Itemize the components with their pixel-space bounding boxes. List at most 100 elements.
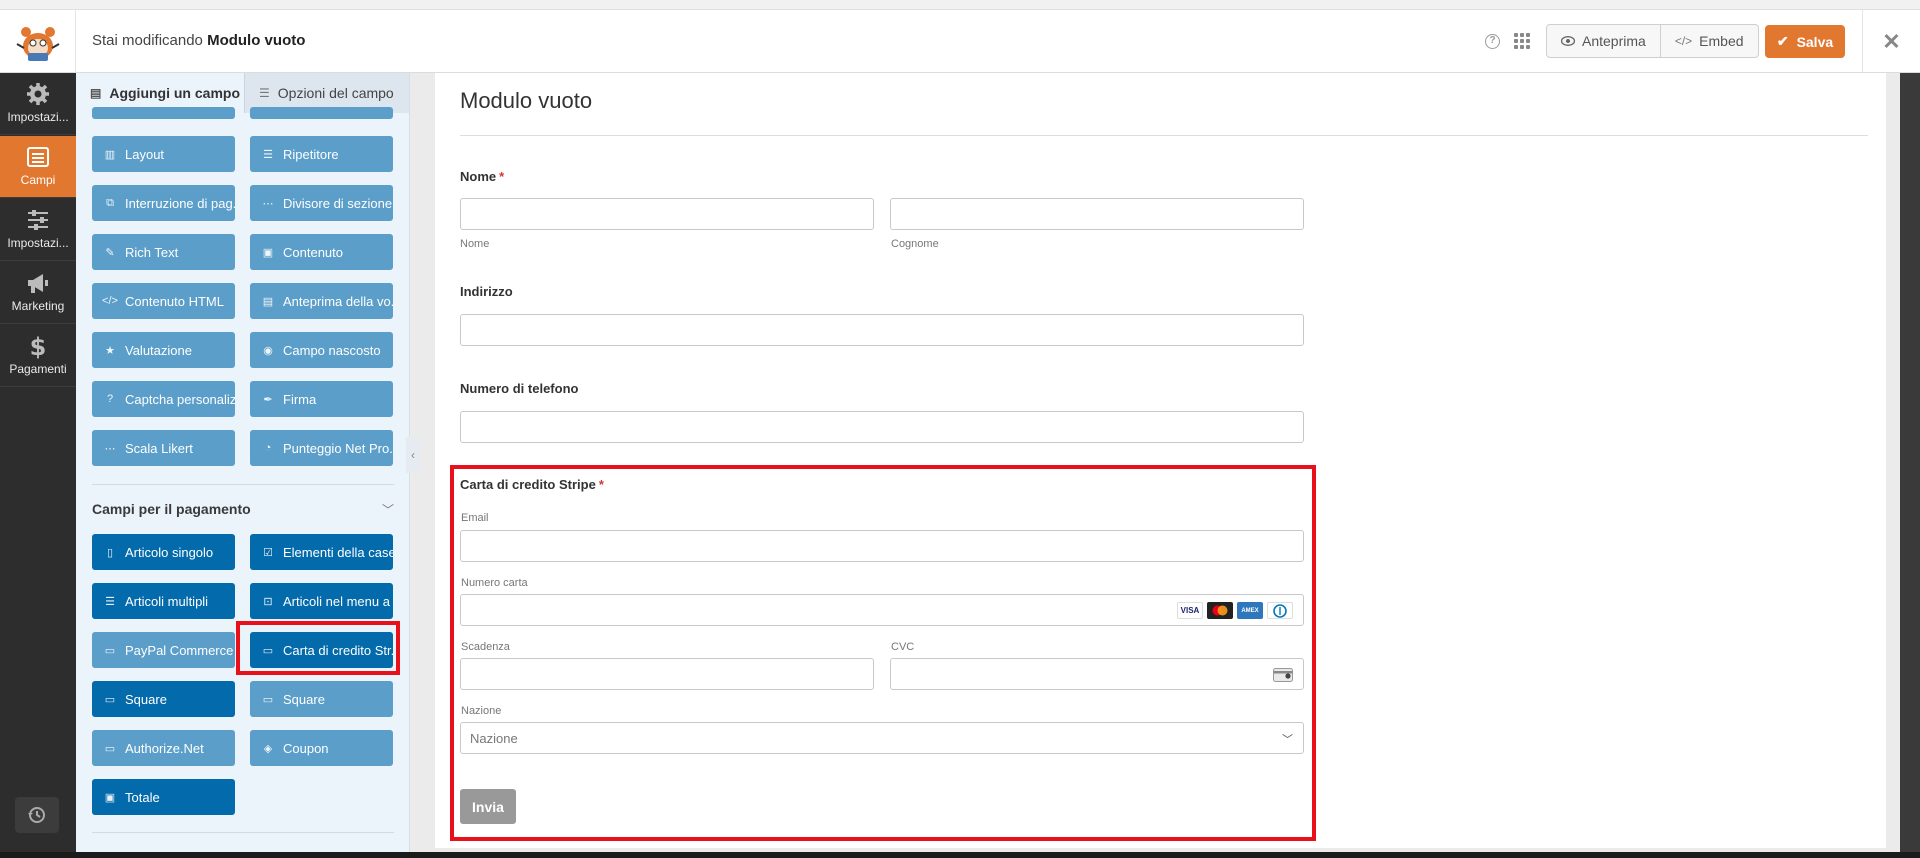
field-button-label: Authorize.Net <box>125 740 204 756</box>
chevron-down-icon[interactable]: ﹀ <box>382 501 394 518</box>
form-title: Modulo vuoto <box>460 88 593 113</box>
preview-label: Anteprima <box>1582 33 1646 49</box>
wpforms-logo <box>0 10 76 73</box>
field-button-rich-text[interactable]: ✎ Rich Text <box>92 234 235 270</box>
field-button-layout[interactable]: ▥ Layout <box>92 136 235 172</box>
field-button-label: Articoli nel menu a ... <box>283 593 393 609</box>
highlight-stripe-field <box>450 465 1316 841</box>
field-button-dropdown-items[interactable]: ⊡ Articoli nel menu a ... <box>250 583 393 619</box>
list-icon: ☰ <box>105 595 115 608</box>
star-icon: ★ <box>105 344 115 357</box>
field-button-coupon[interactable]: ◈ Coupon <box>250 730 393 766</box>
name-label-text: Nome <box>460 169 497 184</box>
preview-button[interactable]: Anteprima <box>1547 25 1660 57</box>
layout-icon: ▥ <box>104 148 116 161</box>
help-icon[interactable]: ? <box>1485 34 1500 49</box>
field-button-likert[interactable]: ⋯ Scala Likert <box>92 430 235 466</box>
money-icon: ▣ <box>104 791 116 804</box>
field-button-repeater[interactable]: ☰ Ripetitore <box>250 136 393 172</box>
last-name-input[interactable] <box>890 198 1304 230</box>
name-field-label: Nome * <box>460 169 504 184</box>
field-button-multiple-items[interactable]: ☰ Articoli multipli <box>92 583 235 619</box>
field-button-signature[interactable]: ✒ Firma <box>250 381 393 417</box>
field-button-label: Articolo singolo <box>125 544 214 560</box>
field-button-label: Captcha personaliz... <box>125 391 235 407</box>
field-button-label: Campo nascosto <box>283 342 381 358</box>
tab-add-field-label: Aggiungi un campo <box>109 85 240 101</box>
save-button[interactable]: ✔ Salva <box>1765 25 1845 58</box>
field-button-label: Firma <box>283 391 317 407</box>
address-input[interactable] <box>460 314 1304 346</box>
field-button-html[interactable]: </> Contenuto HTML <box>92 283 235 319</box>
first-name-input[interactable] <box>460 198 874 230</box>
tag-icon: ◈ <box>263 742 273 755</box>
editing-title: Stai modificando Modulo vuoto <box>92 32 305 49</box>
field-button-label: Contenuto HTML <box>125 293 224 309</box>
eye-icon <box>1561 36 1575 46</box>
field-button-paypal-commerce[interactable]: ▭ PayPal Commerce <box>92 632 235 668</box>
field-button-custom-captcha[interactable]: ? Captcha personaliz... <box>92 381 235 417</box>
field-button-authorize-net[interactable]: ▭ Authorize.Net <box>92 730 235 766</box>
sidebar-item-marketing[interactable]: Marketing <box>0 262 76 324</box>
gauge-icon: ◔ <box>264 442 272 454</box>
code-icon: </> <box>102 295 118 307</box>
field-button-hidden-2[interactable] <box>250 107 393 119</box>
field-button-label: Interruzione di pag... <box>125 195 235 211</box>
field-button-rating[interactable]: ★ Valutazione <box>92 332 235 368</box>
question-icon: ? <box>106 393 114 405</box>
field-button-page-break[interactable]: ⧉ Interruzione di pag... <box>92 185 235 221</box>
payment-section-title[interactable]: Campi per il pagamento <box>92 501 394 517</box>
sidebar-item-settings-2[interactable]: Impostazi... <box>0 199 76 261</box>
title-divider <box>460 135 1868 136</box>
field-button-label: Rich Text <box>125 244 179 260</box>
field-button-label: Coupon <box>283 740 329 756</box>
edit-icon: ✎ <box>105 246 115 259</box>
field-button-net-promoter[interactable]: ◔ Punteggio Net Pro... <box>250 430 393 466</box>
field-button-square[interactable]: ▭ Square <box>92 681 235 717</box>
sidebar-item-payments[interactable]: $ Pagamenti <box>0 325 76 387</box>
eye-slash-icon: ◉ <box>263 344 273 357</box>
add-field-panel: ▤ Aggiungi un campo ☰ Opzioni del campo … <box>76 73 410 852</box>
embed-button[interactable]: </> Embed <box>1659 25 1758 57</box>
phone-field-label: Numero di telefono <box>460 381 579 396</box>
first-name-sublabel: Nome <box>460 238 490 250</box>
phone-input[interactable] <box>460 411 1304 443</box>
sidebar-item-fields[interactable]: Campi <box>0 136 76 198</box>
revisions-history-icon[interactable] <box>15 797 59 833</box>
collapse-panel-icon[interactable]: ‹ <box>406 437 420 473</box>
sidebar-item-settings[interactable]: Impostazi... <box>0 73 76 135</box>
required-asterisk: * <box>499 169 505 184</box>
field-button-square-2[interactable]: ▭ Square <box>250 681 393 717</box>
field-button-single-item[interactable]: ▯ Articolo singolo <box>92 534 235 570</box>
embed-label: Embed <box>1699 33 1744 49</box>
repeater-icon: ☰ <box>263 148 273 161</box>
preview-embed-group: Anteprima </> Embed <box>1546 24 1759 58</box>
field-button-hidden-1[interactable] <box>92 107 235 119</box>
credit-card-icon: ▭ <box>262 693 274 706</box>
apps-grid-icon[interactable] <box>1514 33 1530 49</box>
field-button-label: Punteggio Net Pro... <box>283 440 393 456</box>
builder-header: Stai modificando Modulo vuoto ? Anteprim… <box>0 10 1920 73</box>
field-button-total[interactable]: ▣ Totale <box>92 779 235 815</box>
field-button-checkbox-items[interactable]: ☑ Elementi della case... <box>250 534 393 570</box>
checkbox-icon: ☑ <box>263 546 273 559</box>
section-divider <box>92 832 394 833</box>
field-button-entry-preview[interactable]: ▤ Anteprima della vo... <box>250 283 393 319</box>
field-button-hidden-field[interactable]: ◉ Campo nascosto <box>250 332 393 368</box>
scrollbar[interactable] <box>1900 73 1920 858</box>
editing-prefix: Stai modificando <box>92 32 203 49</box>
check-icon: ✔ <box>1776 33 1789 49</box>
close-icon[interactable]: ✕ <box>1862 10 1920 73</box>
field-button-section-divider[interactable]: ⋯ Divisore di sezione <box>250 185 393 221</box>
field-button-label: Scala Likert <box>125 440 193 456</box>
field-button-label: Elementi della case... <box>283 544 393 560</box>
file-icon: ▯ <box>106 546 114 559</box>
field-button-content[interactable]: ▣ Contenuto <box>250 234 393 270</box>
bottom-edge <box>0 852 1920 858</box>
fields-icon <box>27 147 49 167</box>
browser-top-strip <box>0 0 1920 10</box>
sidebar-item-label: Campi <box>20 173 56 187</box>
tab-field-options-label: Opzioni del campo <box>277 85 394 101</box>
field-button-label: Valutazione <box>125 342 192 358</box>
code-icon: </> <box>1674 34 1693 48</box>
